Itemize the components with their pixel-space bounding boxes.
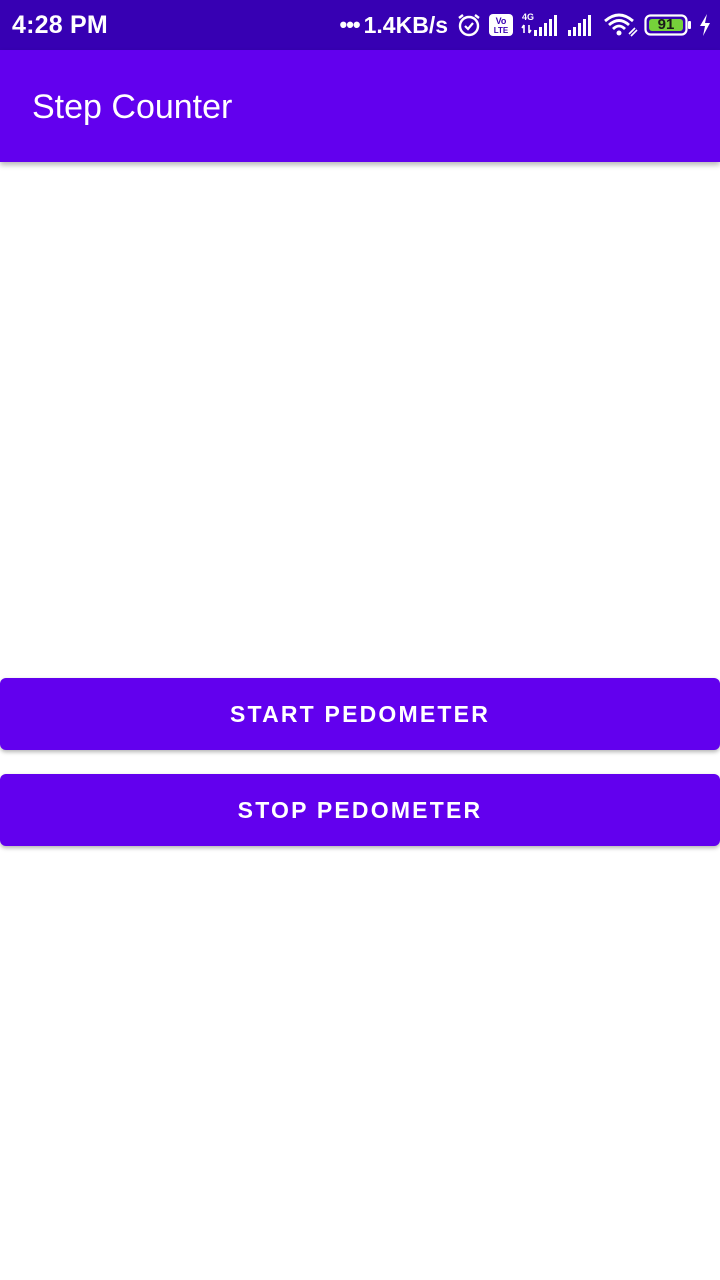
signal-4g-icon: 4G [520,11,560,39]
svg-text:Vo: Vo [496,16,507,26]
status-time: 4:28 PM [12,11,108,39]
alarm-icon [456,12,482,38]
app-bar: Step Counter [0,50,720,162]
battery-level: 91 [657,16,675,33]
status-bar: 4:28 PM ••• 1.4KB/s Vo LTE 4G 91 [0,0,720,50]
stop-pedometer-button[interactable]: STOP PEDOMETER [0,774,720,846]
status-icons: ••• 1.4KB/s Vo LTE 4G 91 [340,0,712,50]
wifi-icon [602,12,638,38]
more-notifications-icon: ••• [339,12,361,37]
network-speed: 1.4KB/s [363,11,448,38]
start-pedometer-button[interactable]: START PEDOMETER [0,678,720,750]
svg-text:4G: 4G [522,12,534,22]
volte-icon: Vo LTE [488,13,514,37]
battery-icon: 91 [644,13,692,37]
charging-icon [698,13,712,37]
signal-icon [566,12,596,38]
svg-text:LTE: LTE [494,26,509,35]
app-title: Step Counter [32,88,233,126]
